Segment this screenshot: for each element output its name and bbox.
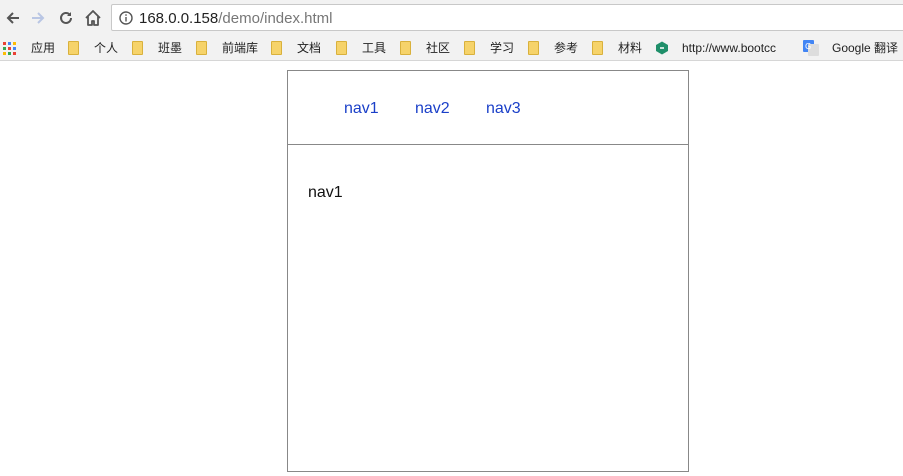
bookmark-folder[interactable]: 材料 [592,38,642,58]
back-button[interactable] [2,7,24,29]
home-icon [85,10,101,26]
nav-link-nav3[interactable]: nav3 [486,100,521,118]
bookmark-folder[interactable]: 个人 [68,38,118,58]
bookmark-label: 文档 [297,41,322,55]
bookmark-label: 工具 [362,41,387,55]
bookmark-label: 学习 [490,41,515,55]
bookmark-label: 材料 [618,41,643,55]
home-button[interactable] [82,7,104,29]
bookmark-folder[interactable]: 社区 [400,38,450,58]
bookmark-label: http://www.bootcc [682,41,777,55]
demo-nav-bar: nav1 nav2 nav3 [288,71,688,145]
forward-button[interactable] [27,7,49,29]
bookmark-folder[interactable]: 前端库 [196,38,258,58]
bookmark-folder[interactable]: 工具 [336,38,386,58]
forward-icon [32,12,45,24]
folder-icon [592,41,603,55]
folder-icon [68,41,79,55]
bookmark-label: 个人 [94,41,119,55]
bookmark-label: 社区 [426,41,451,55]
bookmark-folder[interactable]: 参考 [528,38,578,58]
bookmarks-bar: 应用 个人 班墨 前端库 文档 工具 社区 学习 参考 材料 http://ww… [0,34,903,61]
demo-container: nav1 nav2 nav3 nav1 [287,70,689,472]
bookmark-folder[interactable]: 学习 [464,38,514,58]
browser-toolbar: 168.0.0.158/demo/index.html [0,0,903,34]
google-translate-icon: G [803,40,819,56]
bookmark-label: 前端库 [222,41,259,55]
bootcdn-icon [656,41,668,55]
folder-icon [196,41,207,55]
apps-grid-icon [3,41,16,55]
url-text: 168.0.0.158/demo/index.html [139,10,332,27]
folder-icon [132,41,143,55]
url-path: /demo/index.html [218,10,333,27]
bookmark-google-translate[interactable]: G Google 翻译 [803,38,898,58]
url-host: 168.0.0.158 [139,10,219,27]
folder-icon [336,41,347,55]
folder-icon [400,41,411,55]
bookmark-label: Google 翻译 [832,41,899,55]
info-icon[interactable] [119,11,133,25]
reload-button[interactable] [55,7,77,29]
folder-icon [271,41,282,55]
back-icon [6,12,19,24]
bookmark-folder[interactable]: 班墨 [132,38,182,58]
folder-icon [464,41,475,55]
bookmark-label: 班墨 [158,41,183,55]
content-text: nav1 [308,184,343,201]
bookmark-folder[interactable]: 文档 [271,38,321,58]
bookmark-label: 应用 [31,41,56,55]
reload-icon [60,11,72,24]
bookmark-label: 参考 [554,41,579,55]
nav-link-nav2[interactable]: nav2 [415,100,450,118]
svg-text:G: G [805,42,811,51]
address-bar[interactable]: 168.0.0.158/demo/index.html [111,4,903,31]
bookmark-bootcdn[interactable]: http://www.bootcc [655,38,793,58]
nav-link-nav1[interactable]: nav1 [344,100,379,118]
bookmark-apps[interactable]: 应用 [3,38,55,58]
folder-icon [528,41,539,55]
